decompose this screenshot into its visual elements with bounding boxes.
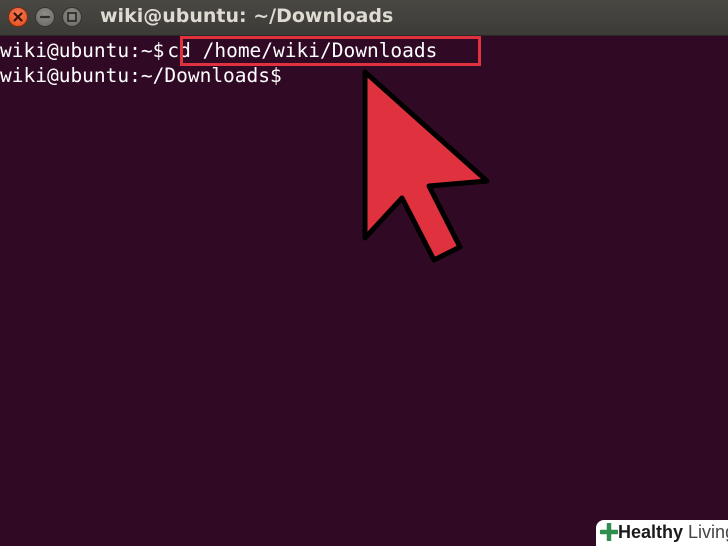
watermark-text: Healthy Living [618, 522, 728, 542]
terminal-window: wiki@ubuntu: ~/Downloads wiki@ubuntu:~$ c… [0, 0, 728, 546]
watermark-badge: Healthy Living [596, 520, 728, 546]
pointer-arrow-icon [362, 69, 490, 263]
plus-cross-icon [600, 523, 618, 541]
